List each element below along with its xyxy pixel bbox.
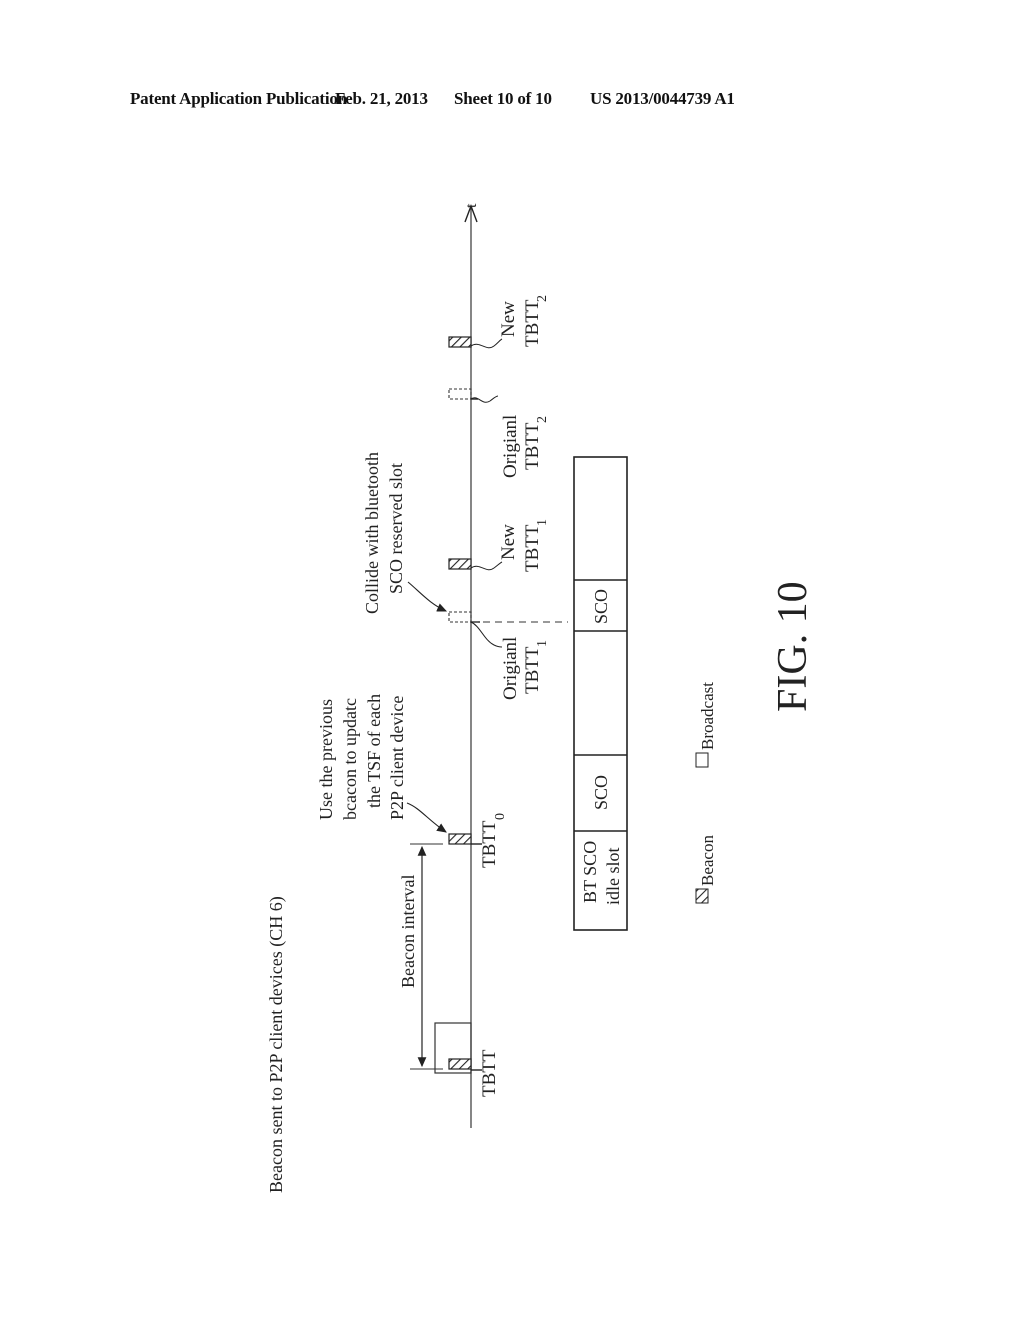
- tbtt0-label: TBTT: [479, 820, 500, 868]
- time-axis-label: t: [463, 203, 480, 208]
- orig1-label: TBTT: [522, 646, 543, 694]
- leader-new1: [470, 561, 503, 571]
- label-original-tbtt1: Origianl TBTT 1: [500, 637, 550, 700]
- beacon-original-tbtt1: [448, 611, 472, 623]
- orig1-prefix: Origianl: [500, 637, 521, 700]
- beacon-interval-label: Beacon interval: [398, 875, 418, 988]
- bt-idle-slot-label: BT SCO: [580, 841, 600, 903]
- new1-subscript: 1: [535, 519, 550, 526]
- bt-sco-slot-2: SCO: [591, 589, 611, 624]
- label-tbtt: TBTT: [479, 1049, 500, 1097]
- annotation-line: Collide with bluetooth: [362, 452, 382, 614]
- beacon-new-tbtt1: [448, 558, 472, 570]
- annotation-line: SCO reserved slot: [386, 463, 406, 594]
- figure-caption: FIG. 10: [770, 581, 816, 712]
- beacon-original-tbtt2: [448, 388, 472, 400]
- beacon-tbtt0: [448, 833, 472, 845]
- label-new-tbtt2: New TBTT 2: [498, 295, 550, 347]
- legend-broadcast-label: Broadcast: [698, 682, 717, 750]
- orig2-subscript: 2: [535, 416, 550, 423]
- beacon-new-tbtt2: [448, 336, 472, 348]
- new2-label: TBTT: [522, 299, 543, 347]
- annotation-line: P2P client device: [387, 696, 407, 820]
- figure-10-diagram: t Beacon interval Beacon sent to P2P cli…: [266, 203, 816, 1193]
- label-tbtt0: TBTT 0: [479, 813, 508, 868]
- annotation-line: Use the previous: [316, 699, 336, 820]
- legend-broadcast-swatch-icon: [695, 752, 709, 768]
- bt-idle-slot-label-2: idle slot: [603, 848, 623, 906]
- label-original-tbtt2: Origianl TBTT 2: [500, 415, 550, 478]
- leader-new2: [470, 338, 503, 349]
- legend: Beacon Broadcast: [695, 682, 717, 904]
- bt-slot-strip: BT SCO idle slot SCO SCO: [573, 456, 628, 931]
- orig2-prefix: Origianl: [500, 415, 521, 478]
- bt-sco-slot-1: SCO: [591, 775, 611, 810]
- legend-beacon-swatch-icon: [695, 888, 709, 904]
- annotation-collide: Collide with bluetooth SCO reserved slot: [362, 452, 406, 614]
- beacon-tbtt: [448, 1058, 472, 1070]
- new2-subscript: 2: [535, 295, 550, 302]
- tbtt-label: TBTT: [479, 1049, 500, 1097]
- annotation-line: the TSF of each: [364, 694, 384, 808]
- label-new-tbtt1: New TBTT 1: [498, 519, 550, 572]
- leader-orig1: [470, 621, 503, 648]
- annotation-line: bcacon to updatc: [340, 698, 360, 820]
- orig1-subscript: 1: [535, 640, 550, 647]
- collide-arrow: [407, 581, 448, 612]
- tbtt0-subscript: 0: [493, 813, 508, 820]
- update-arrow: [406, 802, 447, 833]
- new2-prefix: New: [498, 301, 519, 337]
- orig2-label: TBTT: [522, 422, 543, 470]
- new1-label: TBTT: [522, 524, 543, 572]
- figure-title: Beacon sent to P2P client devices (CH 6): [266, 896, 287, 1193]
- legend-beacon-label: Beacon: [698, 835, 717, 886]
- new1-prefix: New: [498, 524, 519, 560]
- annotation-update-tsf: Use the previous bcacon to updatc the TS…: [316, 694, 407, 820]
